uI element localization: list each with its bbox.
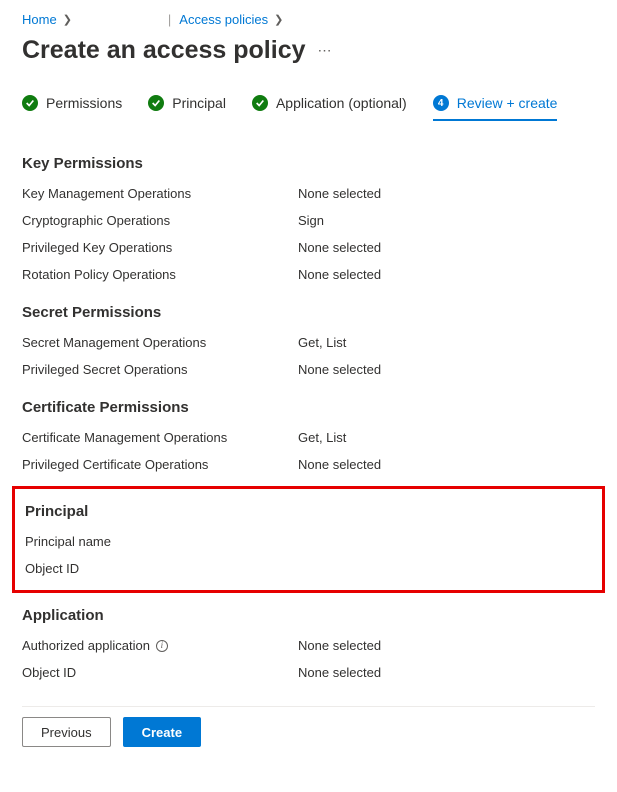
- previous-button[interactable]: Previous: [22, 717, 111, 747]
- more-icon[interactable]: ⋯: [318, 42, 333, 59]
- page-title-row: Create an access policy ⋯: [22, 36, 595, 65]
- breadcrumb: Home ❯ | Access policies ❯: [22, 8, 595, 30]
- section-title-certificate-permissions: Certificate Permissions: [22, 395, 595, 416]
- kv-value: None selected: [298, 362, 381, 377]
- kv-label-text: Authorized application: [22, 638, 150, 653]
- tab-principal[interactable]: Principal: [148, 89, 226, 121]
- tab-label: Application (optional): [276, 95, 407, 111]
- kv-label: Secret Management Operations: [22, 335, 298, 350]
- kv-row: Principal name: [25, 534, 592, 549]
- kv-row: Privileged Key Operations None selected: [22, 240, 595, 255]
- check-icon: [252, 95, 268, 111]
- kv-label: Certificate Management Operations: [22, 430, 298, 445]
- kv-label: Privileged Key Operations: [22, 240, 298, 255]
- tab-application[interactable]: Application (optional): [252, 89, 407, 121]
- chevron-right-icon: ❯: [63, 13, 72, 26]
- kv-value: Get, List: [298, 430, 346, 445]
- kv-row: Privileged Secret Operations None select…: [22, 362, 595, 377]
- create-button[interactable]: Create: [123, 717, 201, 747]
- tab-label: Permissions: [46, 95, 122, 111]
- kv-value: None selected: [298, 267, 381, 282]
- kv-label: Object ID: [25, 561, 301, 576]
- kv-label: Key Management Operations: [22, 186, 298, 201]
- section-title-principal: Principal: [25, 499, 592, 520]
- breadcrumb-access-policies[interactable]: Access policies: [179, 12, 268, 27]
- kv-label: Object ID: [22, 665, 298, 680]
- kv-value: None selected: [298, 457, 381, 472]
- principal-highlight-box: Principal Principal name Object ID: [12, 486, 605, 593]
- breadcrumb-separator: |: [168, 12, 171, 27]
- tab-permissions[interactable]: Permissions: [22, 89, 122, 121]
- kv-row: Authorized application i None selected: [22, 638, 595, 653]
- principal-list: Principal name Object ID: [25, 534, 592, 576]
- section-title-key-permissions: Key Permissions: [22, 151, 595, 172]
- kv-row: Rotation Policy Operations None selected: [22, 267, 595, 282]
- tab-review-create[interactable]: 4 Review + create: [433, 89, 558, 121]
- breadcrumb-home[interactable]: Home: [22, 12, 57, 27]
- secret-permissions-list: Secret Management Operations Get, List P…: [22, 335, 595, 377]
- wizard-tabs: Permissions Principal Application (optio…: [22, 89, 595, 121]
- kv-value: Get, List: [298, 335, 346, 350]
- kv-label: Principal name: [25, 534, 301, 549]
- info-icon[interactable]: i: [156, 640, 168, 652]
- kv-label: Cryptographic Operations: [22, 213, 298, 228]
- footer-actions: Previous Create: [22, 706, 595, 747]
- application-list: Authorized application i None selected O…: [22, 638, 595, 680]
- section-title-application: Application: [22, 603, 595, 624]
- chevron-right-icon: ❯: [274, 13, 283, 26]
- kv-value: None selected: [298, 186, 381, 201]
- kv-label: Privileged Secret Operations: [22, 362, 298, 377]
- page-title: Create an access policy: [22, 36, 306, 65]
- check-icon: [22, 95, 38, 111]
- key-permissions-list: Key Management Operations None selected …: [22, 186, 595, 282]
- kv-label: Authorized application i: [22, 638, 298, 653]
- kv-row: Secret Management Operations Get, List: [22, 335, 595, 350]
- kv-row: Key Management Operations None selected: [22, 186, 595, 201]
- kv-label: Rotation Policy Operations: [22, 267, 298, 282]
- check-icon: [148, 95, 164, 111]
- step-number-icon: 4: [433, 95, 449, 111]
- certificate-permissions-list: Certificate Management Operations Get, L…: [22, 430, 595, 472]
- kv-value: None selected: [298, 638, 381, 653]
- kv-value: None selected: [298, 240, 381, 255]
- kv-value: None selected: [298, 665, 381, 680]
- tab-label: Principal: [172, 95, 226, 111]
- kv-row: Certificate Management Operations Get, L…: [22, 430, 595, 445]
- kv-row: Object ID: [25, 561, 592, 576]
- kv-row: Cryptographic Operations Sign: [22, 213, 595, 228]
- section-title-secret-permissions: Secret Permissions: [22, 300, 595, 321]
- kv-value: Sign: [298, 213, 324, 228]
- kv-row: Object ID None selected: [22, 665, 595, 680]
- tab-label: Review + create: [457, 95, 558, 111]
- kv-row: Privileged Certificate Operations None s…: [22, 457, 595, 472]
- kv-label: Privileged Certificate Operations: [22, 457, 298, 472]
